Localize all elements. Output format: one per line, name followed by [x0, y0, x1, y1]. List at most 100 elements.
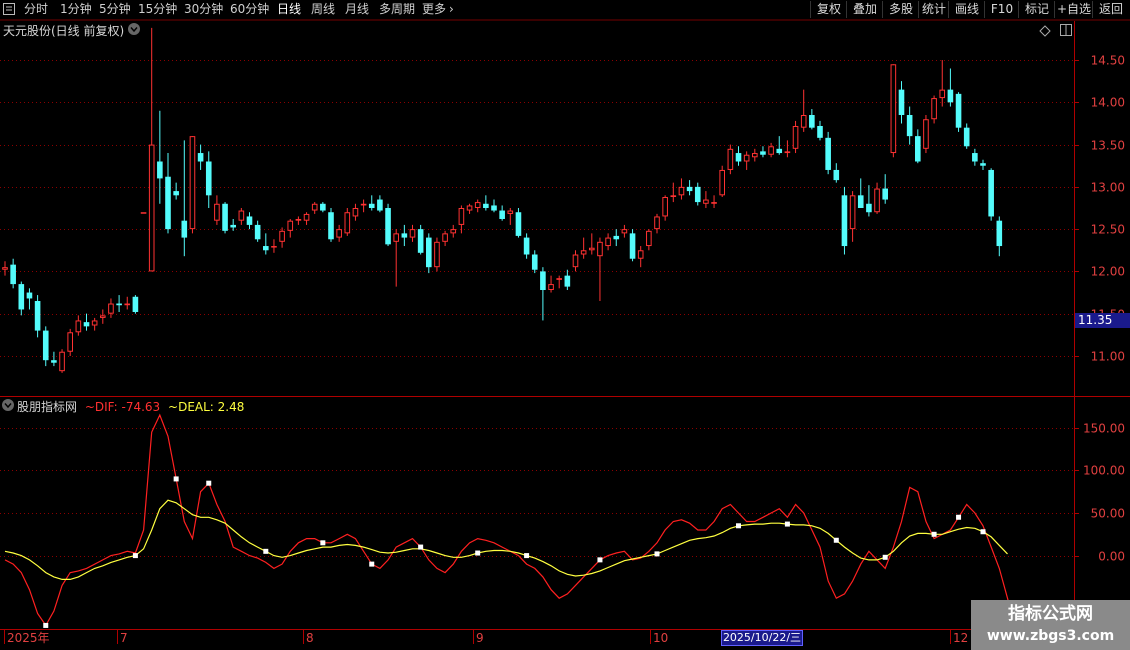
candle [857, 178, 864, 208]
candle [409, 224, 416, 242]
signal-marker [173, 476, 179, 482]
indicator-tick-label: 100.00 [1083, 464, 1125, 478]
signal-marker [263, 548, 269, 554]
candle [474, 199, 481, 213]
stock-title: 天元股份(日线 前复权) [3, 22, 124, 39]
candle [434, 237, 440, 272]
signal-marker [980, 529, 986, 535]
candle [882, 174, 888, 204]
panel-toggle-icon[interactable] [1060, 24, 1072, 36]
price-tick-label: 14.50 [1091, 54, 1125, 68]
candle [898, 81, 905, 124]
deal-line [4, 499, 1008, 580]
candle [352, 203, 359, 221]
candle [703, 191, 709, 208]
candle [825, 131, 831, 175]
candle [222, 202, 228, 234]
candle [906, 106, 913, 145]
candle [776, 136, 783, 155]
candle [548, 275, 554, 293]
candle [809, 109, 815, 130]
signal-marker [784, 521, 790, 527]
candle [939, 60, 946, 107]
candle [238, 208, 245, 225]
signal-marker [882, 554, 888, 560]
dif-value-label: ~DIF: -74.63 [84, 400, 161, 414]
candle [523, 233, 530, 259]
candle [51, 351, 57, 367]
signal-marker [132, 553, 138, 559]
candle [214, 195, 220, 225]
candle [483, 195, 489, 211]
candle [727, 144, 734, 175]
candle [743, 151, 750, 170]
stock-dropdown-icon[interactable] [128, 23, 140, 35]
candle [336, 224, 342, 242]
candle [295, 216, 302, 225]
signal-marker [597, 557, 603, 563]
candle [866, 185, 872, 217]
candle [540, 267, 546, 321]
candle [784, 140, 791, 158]
indicator-title: 股朋指标网 ~DIF: -74.63 ~DEAL: 2.48 [17, 398, 244, 415]
candle [972, 148, 978, 166]
signal-marker [524, 553, 530, 559]
candle [915, 129, 921, 164]
candle [320, 202, 326, 213]
candle [670, 182, 677, 203]
candle [401, 224, 408, 247]
diamond-icon[interactable] [1039, 25, 1051, 37]
candle [890, 64, 897, 158]
indicator-dropdown-icon[interactable] [2, 399, 14, 411]
candle [678, 178, 685, 200]
candle [67, 328, 74, 356]
candle [980, 159, 986, 170]
candle [817, 120, 823, 141]
candle [654, 213, 660, 234]
candle [996, 216, 1003, 257]
candle [923, 115, 929, 154]
candle [91, 317, 98, 331]
candle [589, 233, 595, 255]
candle [580, 237, 587, 259]
candle [466, 203, 473, 214]
candle [83, 313, 90, 331]
candle [230, 218, 236, 231]
candle [181, 140, 188, 257]
candle [531, 250, 538, 274]
signal-marker [369, 561, 375, 567]
candle [368, 195, 375, 211]
candle [377, 195, 383, 213]
current-price-marker: 11.35 [1075, 313, 1130, 328]
candle [735, 146, 742, 166]
candle [605, 233, 611, 251]
signal-marker [206, 480, 212, 486]
candle [792, 120, 799, 154]
candle [173, 182, 179, 200]
x-tick-label: 2025年 [7, 631, 50, 645]
candle [34, 295, 41, 338]
candle [507, 208, 514, 225]
deal-value-label: ~DEAL: 2.48 [168, 400, 245, 414]
candle [18, 281, 25, 316]
candle [499, 205, 505, 221]
candle [197, 144, 204, 170]
panel-controls [2, 23, 1072, 411]
chart-canvas[interactable]: 11.0011.5012.0012.5013.0013.5014.0014.50… [0, 0, 1130, 650]
candle [450, 224, 457, 238]
price-tick-label: 11.00 [1091, 350, 1125, 364]
y-axis: 11.0011.5012.0012.5013.0013.5014.0014.50… [1074, 54, 1125, 564]
signal-marker [833, 537, 839, 543]
candle [254, 220, 261, 242]
price-tick-label: 14.00 [1091, 96, 1125, 110]
stock-title-text: 天元股份(日线 前复权) [3, 24, 125, 38]
candle [442, 230, 448, 247]
candle [165, 153, 171, 234]
price-tick-label: 13.50 [1091, 139, 1125, 153]
candle [2, 261, 8, 276]
x-tick-label: 7 [120, 631, 128, 645]
x-tick-label: 12 [953, 631, 968, 645]
candle [833, 163, 840, 183]
candle [328, 208, 334, 242]
candle [303, 212, 310, 225]
